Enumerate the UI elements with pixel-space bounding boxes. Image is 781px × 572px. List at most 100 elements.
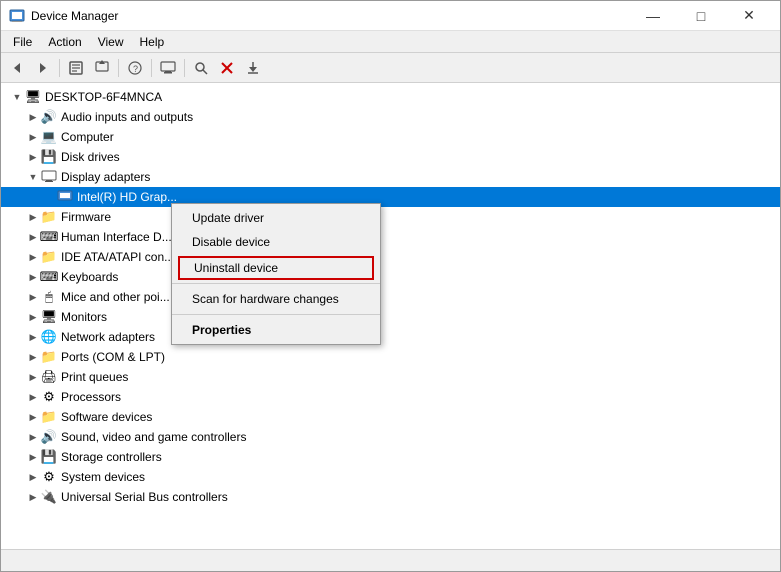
tree-item-system[interactable]: ▶ ⚙ System devices — [1, 467, 780, 487]
mice-icon: 🖱 — [41, 289, 57, 305]
hid-label: Human Interface D... — [61, 230, 172, 244]
ctx-scan-changes[interactable]: Scan for hardware changes — [172, 287, 380, 311]
mice-label: Mice and other poi... — [61, 290, 170, 304]
toolbar-separator-3 — [151, 59, 152, 77]
ide-arrow[interactable]: ▶ — [25, 249, 41, 265]
computer-label: Computer — [61, 130, 114, 144]
keyboards-arrow[interactable]: ▶ — [25, 269, 41, 285]
tree-item-sound[interactable]: ▶ 🔊 Sound, video and game controllers — [1, 427, 780, 447]
tree-item-print[interactable]: ▶ 🖨 Print queues — [1, 367, 780, 387]
context-menu: Update driver Disable device Uninstall d… — [171, 203, 381, 345]
processors-label: Processors — [61, 390, 121, 404]
print-arrow[interactable]: ▶ — [25, 369, 41, 385]
usb-arrow[interactable]: ▶ — [25, 489, 41, 505]
title-bar-controls: — □ ✕ — [630, 1, 772, 31]
update-driver-button[interactable] — [90, 56, 114, 80]
device-tree[interactable]: ▼ 🖥 DESKTOP-6F4MNCA ▶ 🔊 Audio inputs and… — [1, 83, 780, 549]
window-title: Device Manager — [31, 9, 630, 23]
storage-label: Storage controllers — [61, 450, 162, 464]
back-button[interactable] — [5, 56, 29, 80]
maximize-button[interactable]: □ — [678, 1, 724, 31]
software-arrow[interactable]: ▶ — [25, 409, 41, 425]
hid-arrow[interactable]: ▶ — [25, 229, 41, 245]
monitors-label: Monitors — [61, 310, 107, 324]
software-icon: 📁 — [41, 409, 57, 425]
tree-item-firmware[interactable]: ▶ 📁 Firmware — [1, 207, 780, 227]
ports-label: Ports (COM & LPT) — [61, 350, 165, 364]
audio-label: Audio inputs and outputs — [61, 110, 193, 124]
tree-item-intel-gpu[interactable]: Intel(R) HD Grap... — [1, 187, 780, 207]
usb-icon: 🔌 — [41, 489, 57, 505]
monitor-button[interactable] — [156, 56, 180, 80]
print-icon: 🖨 — [41, 369, 57, 385]
disk-icon: 💾 — [41, 149, 57, 165]
print-label: Print queues — [61, 370, 128, 384]
ports-icon: 📁 — [41, 349, 57, 365]
tree-item-usb[interactable]: ▶ 🔌 Universal Serial Bus controllers — [1, 487, 780, 507]
ide-icon: 📁 — [41, 249, 57, 265]
scan-button[interactable] — [189, 56, 213, 80]
tree-item-storage[interactable]: ▶ 💾 Storage controllers — [1, 447, 780, 467]
keyboards-icon: ⌨ — [41, 269, 57, 285]
ctx-disable-device[interactable]: Disable device — [172, 230, 380, 254]
ctx-uninstall-device[interactable]: Uninstall device — [178, 256, 374, 280]
ports-arrow[interactable]: ▶ — [25, 349, 41, 365]
storage-icon: 💾 — [41, 449, 57, 465]
tree-item-mice[interactable]: ▶ 🖱 Mice and other poi... — [1, 287, 780, 307]
tree-item-hid[interactable]: ▶ ⌨ Human Interface D... — [1, 227, 780, 247]
computer-device-icon: 💻 — [41, 129, 57, 145]
ide-label: IDE ATA/ATAPI con... — [61, 250, 174, 264]
monitors-icon: 🖥 — [41, 309, 57, 325]
tree-item-disk[interactable]: ▶ 💾 Disk drives — [1, 147, 780, 167]
uninstall-button[interactable] — [215, 56, 239, 80]
mice-arrow[interactable]: ▶ — [25, 289, 41, 305]
processors-arrow[interactable]: ▶ — [25, 389, 41, 405]
download-button[interactable] — [241, 56, 265, 80]
system-label: System devices — [61, 470, 145, 484]
tree-item-keyboards[interactable]: ▶ ⌨ Keyboards — [1, 267, 780, 287]
tree-item-ports[interactable]: ▶ 📁 Ports (COM & LPT) — [1, 347, 780, 367]
computer-arrow[interactable]: ▶ — [25, 129, 41, 145]
tree-item-computer[interactable]: ▶ 💻 Computer — [1, 127, 780, 147]
intel-gpu-label: Intel(R) HD Grap... — [77, 190, 177, 204]
monitors-arrow[interactable]: ▶ — [25, 309, 41, 325]
tree-item-display[interactable]: ▼ Display adapters — [1, 167, 780, 187]
status-bar — [1, 549, 780, 571]
root-expand-arrow[interactable]: ▼ — [9, 89, 25, 105]
tree-item-monitors[interactable]: ▶ 🖥 Monitors — [1, 307, 780, 327]
display-arrow[interactable]: ▼ — [25, 169, 41, 185]
ctx-properties[interactable]: Properties — [172, 318, 380, 342]
storage-arrow[interactable]: ▶ — [25, 449, 41, 465]
close-button[interactable]: ✕ — [726, 1, 772, 31]
toolbar-separator-1 — [59, 59, 60, 77]
network-arrow[interactable]: ▶ — [25, 329, 41, 345]
audio-arrow[interactable]: ▶ — [25, 109, 41, 125]
menu-view[interactable]: View — [90, 33, 132, 51]
sound-label: Sound, video and game controllers — [61, 430, 246, 444]
forward-button[interactable] — [31, 56, 55, 80]
minimize-button[interactable]: — — [630, 1, 676, 31]
menu-help[interactable]: Help — [132, 33, 173, 51]
window-icon — [9, 8, 25, 24]
tree-item-ide[interactable]: ▶ 📁 IDE ATA/ATAPI con... — [1, 247, 780, 267]
menu-action[interactable]: Action — [40, 33, 89, 51]
tree-item-processors[interactable]: ▶ ⚙ Processors — [1, 387, 780, 407]
tree-root[interactable]: ▼ 🖥 DESKTOP-6F4MNCA — [1, 87, 780, 107]
ctx-update-driver[interactable]: Update driver — [172, 206, 380, 230]
system-arrow[interactable]: ▶ — [25, 469, 41, 485]
tree-item-audio[interactable]: ▶ 🔊 Audio inputs and outputs — [1, 107, 780, 127]
tree-item-network[interactable]: ▶ 🌐 Network adapters — [1, 327, 780, 347]
svg-text:?: ? — [133, 64, 138, 74]
firmware-arrow[interactable]: ▶ — [25, 209, 41, 225]
disk-arrow[interactable]: ▶ — [25, 149, 41, 165]
firmware-label: Firmware — [61, 210, 111, 224]
sound-arrow[interactable]: ▶ — [25, 429, 41, 445]
computer-icon: 🖥 — [25, 89, 41, 105]
menu-file[interactable]: File — [5, 33, 40, 51]
help-button[interactable]: ? — [123, 56, 147, 80]
firmware-icon: 📁 — [41, 209, 57, 225]
tree-item-software[interactable]: ▶ 📁 Software devices — [1, 407, 780, 427]
menu-bar: File Action View Help — [1, 31, 780, 53]
properties-button[interactable] — [64, 56, 88, 80]
display-icon — [41, 169, 57, 185]
